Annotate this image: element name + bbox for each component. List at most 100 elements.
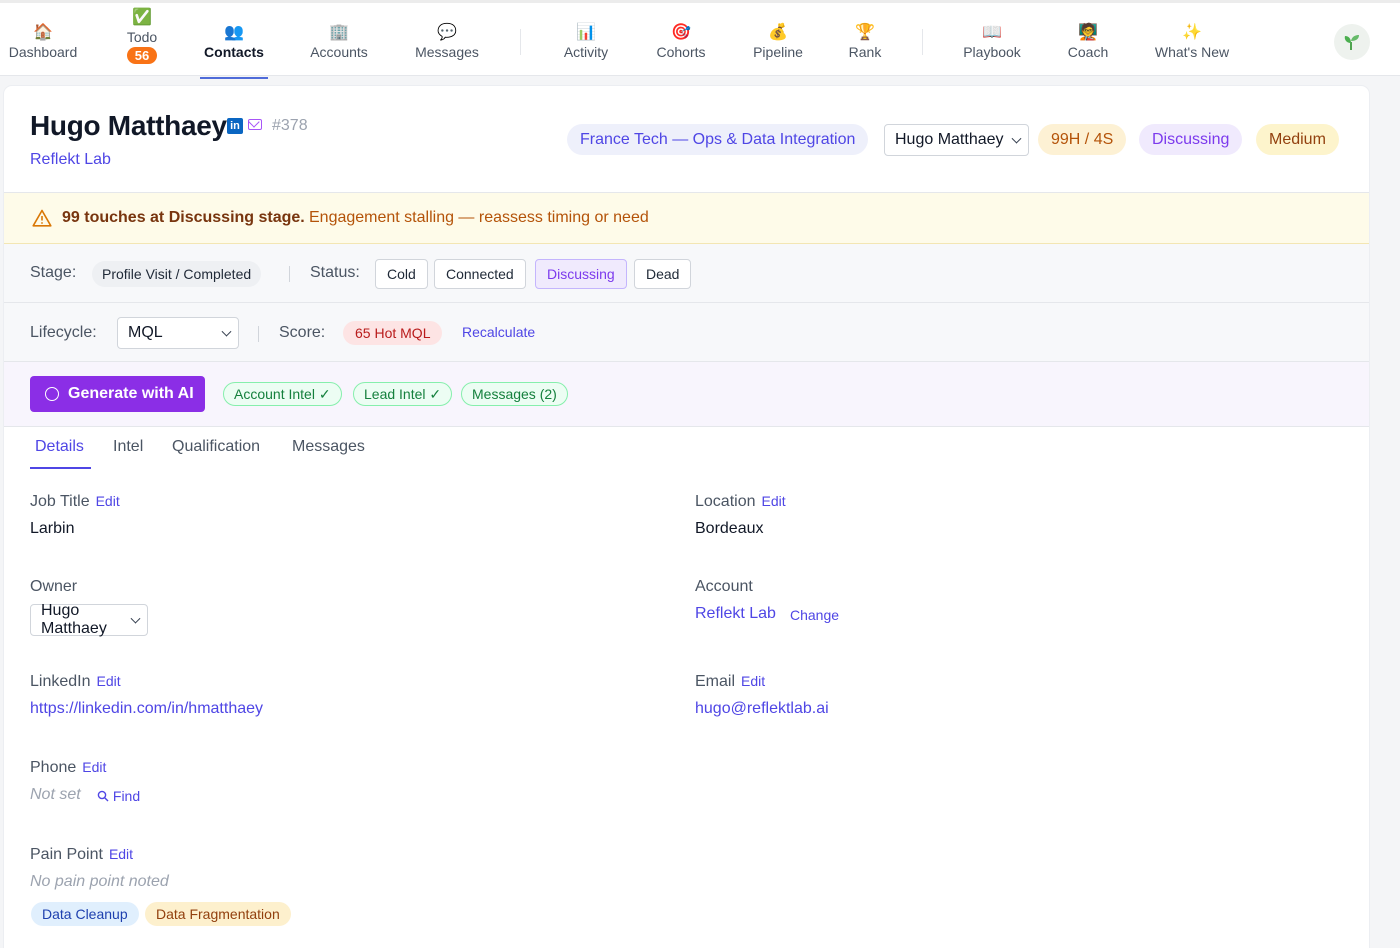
priority-badge: Medium (1256, 124, 1339, 155)
find-phone-link[interactable]: Find (97, 788, 140, 804)
generate-label: Generate with AI (68, 385, 194, 402)
edit-job-title-link[interactable]: Edit (96, 493, 120, 509)
account-intel-chip[interactable]: Account Intel ✓ (223, 382, 342, 406)
nav-whats-new[interactable]: ✨ What's New (1151, 6, 1233, 78)
messages-chip[interactable]: Messages (2) (461, 382, 568, 406)
email-link[interactable]: hugo@reflektlab.ai (695, 700, 829, 718)
owner-select-header[interactable]: Hugo Matthaey (884, 124, 1029, 156)
todo-count-badge: 56 (126, 47, 158, 64)
touches-badge: 99H / 4S (1038, 124, 1127, 155)
nav-label: Accounts (310, 44, 368, 60)
chevron-down-icon (1011, 133, 1022, 144)
tab-intel[interactable]: Intel (113, 438, 143, 456)
edit-pain-point-link[interactable]: Edit (109, 846, 133, 862)
lifecycle-value: MQL (128, 324, 163, 341)
lifecycle-label: Lifecycle: (30, 324, 97, 341)
nav-todo[interactable]: ✅ Todo 56 (118, 9, 166, 81)
top-nav: 🏠 Dashboard ✅ Todo 56 👥 Contacts 🏢 Accou… (0, 0, 1400, 79)
score-badge: 65 Hot MQL (343, 321, 443, 345)
nav-rank[interactable]: 🏆 Rank (845, 6, 885, 78)
edit-phone-link[interactable]: Edit (82, 759, 106, 775)
divider (289, 266, 290, 282)
nav-pipeline[interactable]: 💰 Pipeline (750, 6, 806, 78)
status-dead-button[interactable]: Dead (634, 259, 692, 289)
edit-linkedin-link[interactable]: Edit (97, 673, 121, 689)
alert-headline: 99 touches at Discussing stage. (62, 209, 305, 226)
building-icon: 🏢 (329, 24, 349, 41)
contact-header: Hugo Matthaey in #378 Reflekt Lab France… (4, 86, 1369, 193)
nav-label: Coach (1067, 44, 1109, 60)
nav-divider (520, 29, 521, 55)
nav-label: Messages (415, 44, 479, 60)
nav-coach[interactable]: 🧑‍🏫 Coach (1065, 6, 1111, 78)
stage-status-row: Stage: Profile Visit / Completed Status:… (4, 244, 1369, 303)
status-label: Status: (310, 264, 360, 281)
contact-card: Hugo Matthaey in #378 Reflekt Lab France… (4, 86, 1369, 948)
field-label-text: Phone (30, 759, 77, 776)
open-book-icon: 📖 (982, 24, 1002, 41)
user-menu-button[interactable] (1334, 24, 1370, 60)
nav-cohorts[interactable]: 🎯 Cohorts (652, 6, 710, 78)
job-title-label: Job Title Edit (30, 493, 120, 511)
nav-messages[interactable]: 💬 Messages (413, 6, 481, 78)
status-cold-button[interactable]: Cold (375, 259, 428, 289)
nav-label: Playbook (963, 44, 1021, 60)
pain-point-value: No pain point noted (30, 873, 169, 890)
nav-label: Dashboard (8, 44, 78, 60)
nav-label: Activity (563, 44, 609, 60)
nav-contacts[interactable]: 👥 Contacts (200, 6, 268, 79)
nav-dashboard[interactable]: 🏠 Dashboard (8, 6, 78, 78)
edit-location-link[interactable]: Edit (762, 493, 786, 509)
recalculate-link[interactable]: Recalculate (462, 324, 535, 340)
lead-intel-chip[interactable]: Lead Intel ✓ (353, 382, 453, 406)
contact-id: #378 (272, 117, 308, 134)
mail-icon[interactable] (248, 119, 262, 130)
find-label: Find (112, 788, 141, 804)
ai-row: Generate with AI Account Intel ✓ Lead In… (4, 362, 1369, 427)
nav-activity[interactable]: 📊 Activity (559, 6, 613, 78)
tab-details[interactable]: Details (35, 438, 84, 456)
bar-chart-icon: 📊 (576, 24, 596, 41)
nav-label: Todo (126, 29, 158, 45)
lifecycle-select[interactable]: MQL (117, 317, 239, 349)
tab-qualification[interactable]: Qualification (172, 438, 260, 456)
linkedin-icon[interactable]: in (227, 118, 243, 134)
change-account-link[interactable]: Change (790, 607, 839, 623)
sparkles-icon: ✨ (1182, 24, 1202, 41)
phone-label: Phone Edit (30, 759, 106, 777)
field-label-text: Email (695, 673, 736, 690)
people-icon: 👥 (224, 24, 244, 41)
stage-label: Stage: (30, 264, 77, 281)
generate-with-ai-button[interactable]: Generate with AI (30, 376, 205, 412)
home-icon: 🏠 (33, 24, 53, 41)
tab-messages[interactable]: Messages (292, 438, 365, 456)
score-label: Score: (279, 324, 326, 341)
location-value: Bordeaux (695, 520, 764, 537)
field-label-text: Location (695, 493, 756, 510)
divider (258, 326, 259, 342)
money-bag-icon: 💰 (768, 24, 788, 41)
nav-divider (922, 29, 923, 55)
phone-value: Not set (30, 786, 81, 803)
company-link[interactable]: Reflekt Lab (30, 151, 111, 169)
field-label-text: Pain Point (30, 846, 103, 863)
search-icon (97, 790, 109, 802)
linkedin-url-link[interactable]: https://linkedin.com/in/hmatthaey (30, 700, 263, 718)
speech-bubble-icon: 💬 (437, 24, 457, 41)
nav-playbook[interactable]: 📖 Playbook (960, 6, 1024, 78)
campaign-badge[interactable]: France Tech — Ops & Data Integration (567, 124, 869, 155)
edit-email-link[interactable]: Edit (741, 673, 765, 689)
status-discussing-button[interactable]: Discussing (535, 259, 627, 289)
status-connected-button[interactable]: Connected (434, 259, 526, 289)
account-label: Account (695, 578, 753, 595)
nav-label: Contacts (204, 44, 264, 60)
nav-accounts[interactable]: 🏢 Accounts (306, 6, 372, 78)
account-link[interactable]: Reflekt Lab (695, 605, 776, 623)
pain-tag: Data Fragmentation (145, 902, 291, 926)
nav-label: Cohorts (656, 44, 706, 60)
contact-name: Hugo Matthaey (30, 110, 227, 141)
sprout-icon (1344, 35, 1359, 50)
owner-select[interactable]: Hugo Matthaey (30, 602, 148, 637)
alert-message: Engagement stalling — reassess timing or… (309, 209, 649, 226)
field-label-text: Job Title (30, 493, 90, 510)
